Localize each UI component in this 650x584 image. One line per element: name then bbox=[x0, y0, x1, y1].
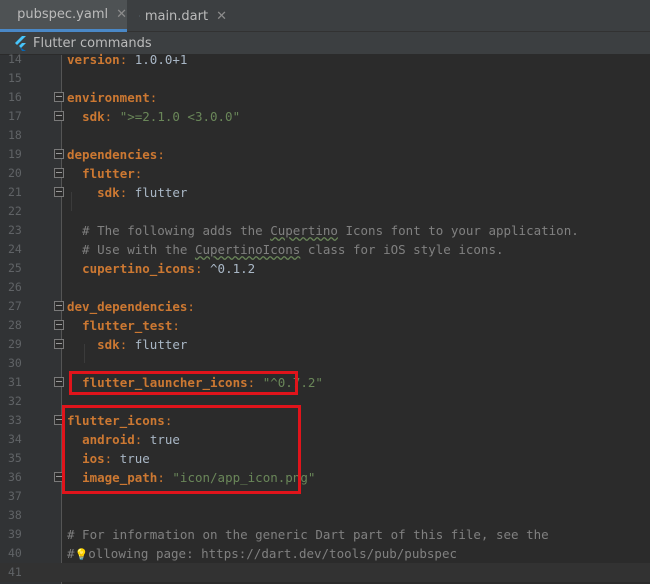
line-number: 29 bbox=[8, 337, 22, 351]
lightbulb-icon: 💡 bbox=[74, 548, 89, 561]
code-text: cupertino_icons: ^0.1.2 bbox=[82, 261, 256, 276]
line-number: 30 bbox=[8, 356, 22, 370]
line-number: 20 bbox=[8, 166, 22, 180]
code-text: sdk: flutter bbox=[97, 337, 188, 352]
line-number: 31 bbox=[8, 375, 22, 389]
code-line[interactable]: 41 bbox=[0, 563, 650, 582]
line-number: 34 bbox=[8, 432, 22, 446]
tab-pubspec-yaml[interactable]: pubspec.yaml ✕ bbox=[0, 0, 127, 32]
code-line[interactable]: 27 dev_dependencies: bbox=[0, 297, 650, 316]
line-number: 40 bbox=[8, 546, 22, 560]
line-number: 33 bbox=[8, 413, 22, 427]
code-text: dependencies: bbox=[67, 147, 165, 162]
line-number: 25 bbox=[8, 261, 22, 275]
line-number: 32 bbox=[8, 394, 22, 408]
line-number: 27 bbox=[8, 299, 22, 313]
code-line[interactable]: 25 cupertino_icons: ^0.1.2 bbox=[0, 259, 650, 278]
line-number: 28 bbox=[8, 318, 22, 332]
code-text: #💡ollowing page: https://dart.dev/tools/… bbox=[67, 546, 457, 561]
flutter-commands-label: Flutter commands bbox=[33, 35, 152, 51]
highlight-box-launcher-icons bbox=[69, 371, 298, 395]
line-number: 38 bbox=[8, 508, 22, 522]
line-number: 24 bbox=[8, 242, 22, 256]
code-text: environment: bbox=[67, 90, 158, 105]
code-line[interactable]: 14 version: 1.0.0+1 bbox=[0, 50, 650, 69]
tab-label: main.dart bbox=[144, 8, 209, 24]
line-number: 14 bbox=[8, 52, 22, 66]
fold-toggle-icon[interactable] bbox=[54, 320, 64, 330]
fold-toggle-icon[interactable] bbox=[54, 111, 64, 121]
line-number: 36 bbox=[8, 470, 22, 484]
code-line[interactable]: 22 bbox=[0, 202, 650, 221]
close-icon[interactable]: ✕ bbox=[216, 9, 227, 24]
indent-guide bbox=[84, 344, 85, 363]
fold-toggle-icon[interactable] bbox=[54, 377, 64, 387]
indent-guide bbox=[71, 192, 72, 211]
code-text: flutter_test: bbox=[82, 318, 180, 333]
fold-toggle-icon[interactable] bbox=[54, 187, 64, 197]
code-line[interactable]: 15 bbox=[0, 69, 650, 88]
code-line[interactable]: 20 flutter: bbox=[0, 164, 650, 183]
tab-main-dart[interactable]: main.dart ✕ bbox=[127, 0, 227, 32]
code-line[interactable]: 17 sdk: ">=2.1.0 <3.0.0" bbox=[0, 107, 650, 126]
line-number: 16 bbox=[8, 90, 22, 104]
line-number: 23 bbox=[8, 223, 22, 237]
editor-tab-bar: pubspec.yaml ✕ main.dart ✕ bbox=[0, 0, 650, 32]
line-number: 35 bbox=[8, 451, 22, 465]
code-line[interactable]: 26 bbox=[0, 278, 650, 297]
fold-toggle-icon[interactable] bbox=[54, 301, 64, 311]
code-text: # For information on the generic Dart pa… bbox=[67, 527, 549, 542]
code-line[interactable]: 23 # The following adds the Cupertino Ic… bbox=[0, 221, 650, 240]
close-icon[interactable]: ✕ bbox=[116, 7, 127, 22]
code-line[interactable]: 21 sdk: flutter bbox=[0, 183, 650, 202]
fold-toggle-icon[interactable] bbox=[54, 168, 64, 178]
code-text: sdk: ">=2.1.0 <3.0.0" bbox=[82, 109, 241, 124]
code-line[interactable]: 24 # Use with the CupertinoIcons class f… bbox=[0, 240, 650, 259]
line-number: 37 bbox=[8, 489, 22, 503]
tab-label: pubspec.yaml bbox=[17, 7, 109, 22]
code-text: # The following adds the Cupertino Icons… bbox=[67, 223, 579, 238]
line-number: 26 bbox=[8, 280, 22, 294]
fold-toggle-icon[interactable] bbox=[54, 339, 64, 349]
fold-toggle-icon[interactable] bbox=[54, 92, 64, 102]
highlight-box-flutter-icons bbox=[62, 405, 301, 494]
dart-file-icon bbox=[139, 15, 140, 17]
code-text: flutter: bbox=[82, 166, 143, 181]
code-text: version: 1.0.0+1 bbox=[67, 52, 188, 67]
code-line[interactable]: 28 flutter_test: bbox=[0, 316, 650, 335]
line-number: 21 bbox=[8, 185, 22, 199]
line-number: 19 bbox=[8, 147, 22, 161]
line-number: 15 bbox=[8, 71, 22, 85]
code-line[interactable]: 29 sdk: flutter bbox=[0, 335, 650, 354]
line-number: 18 bbox=[8, 128, 22, 142]
code-text: dev_dependencies: bbox=[67, 299, 195, 314]
code-text: # Use with the CupertinoIcons class for … bbox=[67, 242, 504, 257]
code-editor[interactable]: 14 version: 1.0.0+1 15 16 environment: 17 sdk… bbox=[0, 52, 650, 584]
code-line[interactable]: 38 bbox=[0, 506, 650, 525]
line-number: 22 bbox=[8, 204, 22, 218]
line-number: 17 bbox=[8, 109, 22, 123]
code-line[interactable]: 19 dependencies: bbox=[0, 145, 650, 164]
fold-toggle-icon[interactable] bbox=[54, 149, 64, 159]
flutter-icon bbox=[15, 35, 26, 51]
code-text: sdk: flutter bbox=[97, 185, 188, 200]
code-line[interactable]: 16 environment: bbox=[0, 88, 650, 107]
code-line[interactable]: 39 # For information on the generic Dart … bbox=[0, 525, 650, 544]
code-line[interactable]: 40 #💡ollowing page: https://dart.dev/tool… bbox=[0, 544, 650, 563]
line-number: 41 bbox=[8, 565, 22, 579]
code-line[interactable]: 18 bbox=[0, 126, 650, 145]
line-number: 39 bbox=[8, 527, 22, 541]
